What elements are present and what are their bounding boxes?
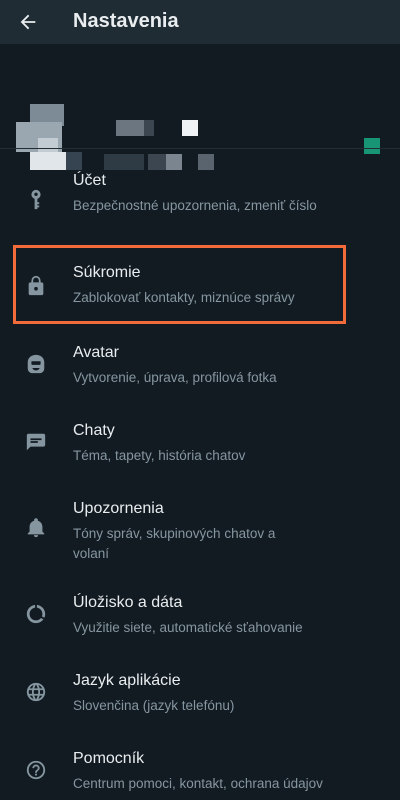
settings-item-title: Avatar bbox=[73, 344, 119, 361]
settings-item-storage[interactable]: Úložisko a dáta Využitie siete, automati… bbox=[0, 582, 400, 654]
settings-item-avatar[interactable]: Avatar Vytvorenie, úprava, profilová fot… bbox=[0, 330, 400, 402]
settings-item-title: Účet bbox=[73, 172, 106, 189]
settings-item-notifications[interactable]: Upozornenia Tóny správ, skupinových chat… bbox=[0, 486, 400, 570]
qr-code-icon[interactable] bbox=[364, 138, 380, 154]
settings-item-language[interactable]: Jazyk aplikácie Slovenčina (jazyk telefó… bbox=[0, 660, 400, 732]
settings-item-subtitle: Téma, tapety, história chatov bbox=[73, 448, 246, 463]
settings-item-subtitle: Vytvorenie, úprava, profilová fotka bbox=[73, 370, 277, 385]
key-icon bbox=[22, 186, 50, 214]
page-title: Nastavenia bbox=[73, 10, 179, 32]
settings-item-title: Úložisko a dáta bbox=[73, 594, 183, 611]
data-usage-icon bbox=[22, 600, 50, 628]
settings-item-title: Pomocník bbox=[73, 750, 145, 767]
settings-item-subtitle: Tóny správ, skupinových chatov a volaní bbox=[73, 526, 276, 561]
settings-item-help[interactable]: Pomocník Centrum pomoci, kontakt, ochran… bbox=[0, 738, 400, 800]
profile-section[interactable] bbox=[0, 44, 400, 170]
settings-item-title: Chaty bbox=[73, 422, 115, 439]
settings-item-account[interactable]: Účet Bezpečnostné upozornenia, zmeniť čí… bbox=[0, 158, 400, 242]
app-bar: Nastavenia bbox=[0, 0, 400, 44]
settings-item-title: Upozornenia bbox=[73, 500, 164, 517]
arrow-back-icon bbox=[20, 14, 36, 30]
settings-item-subtitle: Bezpečnostné upozornenia, zmeniť číslo bbox=[73, 198, 317, 213]
globe-icon bbox=[22, 678, 50, 706]
divider bbox=[0, 148, 400, 149]
bell-icon bbox=[22, 514, 50, 542]
chat-icon bbox=[22, 428, 50, 456]
avatar-icon bbox=[22, 350, 50, 378]
settings-item-title: Jazyk aplikácie bbox=[73, 672, 181, 689]
settings-item-subtitle: Využitie siete, automatické sťahovanie bbox=[73, 620, 303, 635]
back-button[interactable] bbox=[12, 6, 44, 38]
settings-item-chats[interactable]: Chaty Téma, tapety, história chatov bbox=[0, 408, 400, 480]
profile-name-redacted bbox=[116, 120, 144, 136]
highlight-frame bbox=[13, 245, 346, 324]
help-icon bbox=[22, 756, 50, 784]
settings-item-subtitle: Centrum pomoci, kontakt, ochrana údajov bbox=[73, 776, 323, 791]
settings-item-subtitle: Slovenčina (jazyk telefónu) bbox=[73, 698, 235, 713]
